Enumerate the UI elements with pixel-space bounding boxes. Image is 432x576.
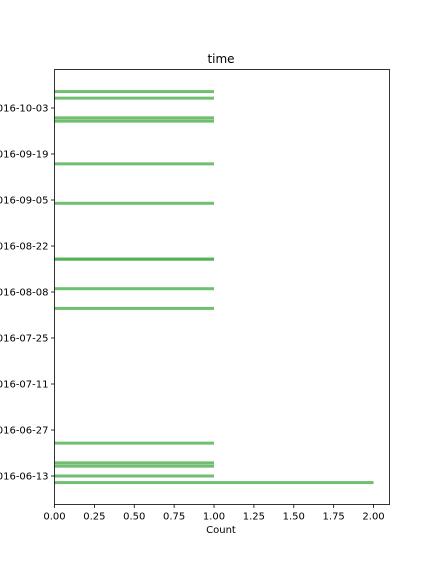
- bar: [54, 119, 215, 123]
- y-tick-label: 2016-10-03: [0, 104, 49, 115]
- bar: [54, 201, 215, 205]
- x-tick-label: 1.75: [323, 512, 345, 523]
- bars-group: [54, 90, 374, 485]
- bar: [54, 441, 215, 445]
- bar: [54, 474, 215, 478]
- x-tick-label: 2.00: [362, 512, 384, 523]
- y-tick-label: 2016-09-19: [0, 150, 49, 161]
- bar: [54, 116, 215, 120]
- x-tick-label: 0.50: [123, 512, 145, 523]
- y-axis-ticks: 2016-06-13 2016-06-27 2016-07-11 2016-07-25…: [0, 104, 55, 483]
- bar: [54, 96, 215, 100]
- chart-title: time: [207, 52, 234, 66]
- y-tick-label: 2016-07-11: [0, 380, 49, 391]
- y-tick-label: 2016-06-27: [0, 426, 49, 437]
- x-tick-label: 1.25: [243, 512, 265, 523]
- bar: [54, 257, 215, 261]
- bar: [54, 90, 215, 94]
- bar: [54, 162, 215, 166]
- bar: [54, 481, 374, 485]
- bar: [54, 287, 215, 291]
- y-tick-label: 2016-07-25: [0, 334, 49, 345]
- bar: [54, 306, 215, 310]
- y-tick-label: 2016-08-08: [0, 288, 49, 299]
- x-tick-label: 0.00: [43, 512, 65, 523]
- x-tick-label: 0.75: [163, 512, 185, 523]
- x-axis-ticks: 0.00 0.25 0.50 0.75 1.00 1.25 1.50 1.75 2.00: [43, 504, 385, 523]
- x-tick-label: 0.25: [83, 512, 105, 523]
- x-tick-label: 1.50: [283, 512, 305, 523]
- y-tick-label: 2016-06-13: [0, 472, 49, 483]
- histogram-chart: time 0.00 0.25 0.50 0.75 1.00 1.25 1.50 1.75 2.0…: [0, 52, 390, 536]
- x-tick-label: 1.00: [203, 512, 225, 523]
- y-tick-label: 2016-08-22: [0, 242, 49, 253]
- x-axis-label: Count: [206, 525, 236, 536]
- y-tick-label: 2016-09-05: [0, 196, 49, 207]
- bar: [54, 464, 215, 468]
- plot-frame: [54, 69, 390, 505]
- bar: [54, 461, 215, 465]
